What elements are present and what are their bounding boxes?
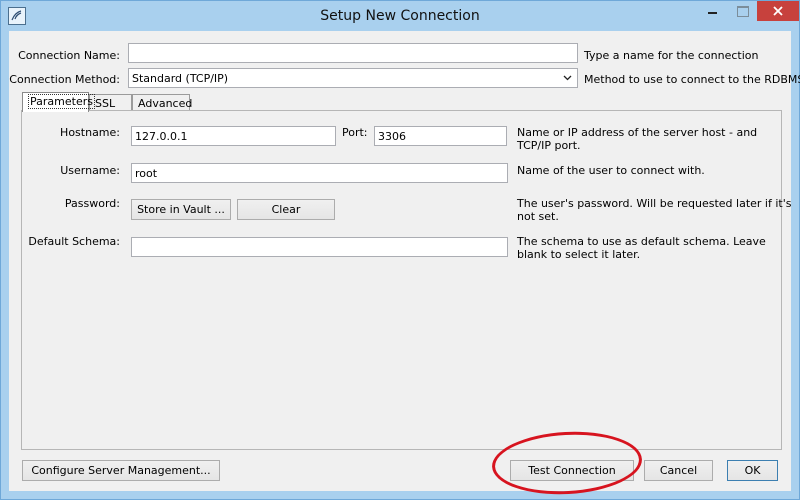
username-label: Username: xyxy=(60,164,120,177)
configure-server-management-button[interactable]: Configure Server Management... xyxy=(22,460,220,481)
connection-method-select[interactable]: Standard (TCP/IP) xyxy=(128,68,578,88)
username-hint: Name of the user to connect with. xyxy=(517,164,705,177)
username-input[interactable]: root xyxy=(131,163,508,183)
ok-button[interactable]: OK xyxy=(727,460,778,481)
dialog-body: Connection Name: Type a name for the con… xyxy=(9,31,800,491)
hostname-label: Hostname: xyxy=(60,126,120,139)
host-hint-line2: TCP/IP port. xyxy=(517,139,581,152)
parameters-panel: Hostname: 127.0.0.1 Port: 3306 Name or I… xyxy=(21,110,791,450)
connection-method-value: Standard (TCP/IP) xyxy=(132,72,229,85)
hostname-input[interactable]: 127.0.0.1 xyxy=(131,126,336,146)
port-label: Port: xyxy=(342,126,368,139)
dialog-window: Setup New Connection Connection Name: Ty… xyxy=(0,0,800,500)
close-icon[interactable] xyxy=(757,1,799,21)
connection-method-label: Connection Method: xyxy=(9,73,120,86)
minimize-icon[interactable] xyxy=(694,1,730,23)
port-input[interactable]: 3306 xyxy=(374,126,507,146)
store-in-vault-button[interactable]: Store in Vault ... xyxy=(131,199,231,220)
tab-parameters[interactable]: Parameters xyxy=(22,92,95,112)
cancel-button[interactable]: Cancel xyxy=(644,460,713,481)
password-hint-line2: not set. xyxy=(517,210,559,223)
schema-hint-line1: The schema to use as default schema. Lea… xyxy=(517,235,766,248)
maximize-icon xyxy=(730,1,756,23)
clear-password-button[interactable]: Clear xyxy=(237,199,335,220)
connection-name-label: Connection Name: xyxy=(18,49,120,62)
schema-hint-line2: blank to select it later. xyxy=(517,248,641,261)
password-label: Password: xyxy=(64,197,120,210)
connection-name-hint: Type a name for the connection xyxy=(584,49,759,62)
default-schema-input[interactable] xyxy=(131,237,508,257)
host-hint-line1: Name or IP address of the server host - … xyxy=(517,126,758,139)
default-schema-label: Default Schema: xyxy=(28,235,120,248)
connection-method-hint: Method to use to connect to the RDBMS xyxy=(584,73,800,86)
title-bar[interactable]: Setup New Connection xyxy=(1,1,799,31)
connection-name-input[interactable] xyxy=(128,43,578,63)
password-hint-line1: The user's password. Will be requested l… xyxy=(517,197,792,210)
window-title: Setup New Connection xyxy=(320,8,480,24)
chevron-down-icon xyxy=(563,75,572,81)
